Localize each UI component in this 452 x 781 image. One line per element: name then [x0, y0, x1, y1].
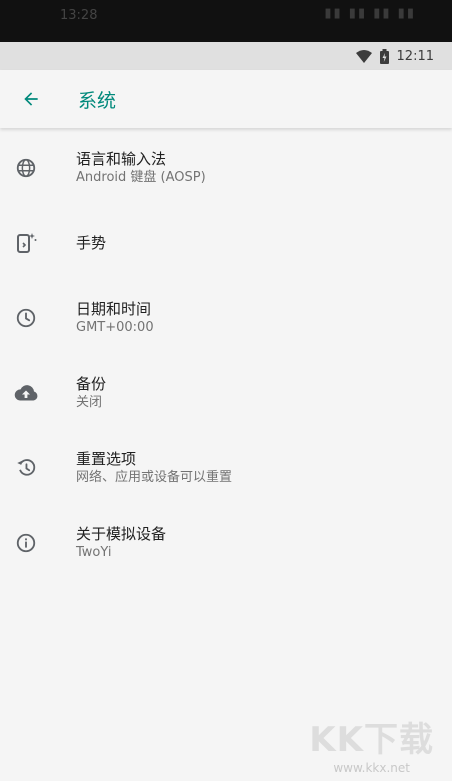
info-icon: [0, 532, 54, 554]
setting-reset-options[interactable]: 重置选项 网络、应用或设备可以重置: [0, 430, 452, 505]
setting-title: 手势: [76, 233, 107, 252]
status-bar: 12:11: [0, 42, 452, 70]
settings-list: 语言和输入法 Android 键盘 (AOSP) 手势 日期和时间 GMT+00: [0, 130, 452, 580]
restore-history-icon: [0, 457, 54, 479]
setting-summary: GMT+00:00: [76, 319, 154, 335]
setting-summary: Android 键盘 (AOSP): [76, 169, 206, 185]
setting-title: 重置选项: [76, 449, 137, 468]
cloud-upload-icon: [0, 382, 54, 404]
gestures-icon: [0, 231, 54, 255]
setting-title: 日期和时间: [76, 299, 152, 318]
setting-about-device[interactable]: 关于模拟设备 TwoYi: [0, 505, 452, 580]
back-button[interactable]: [0, 70, 62, 128]
host-time: 13:28: [60, 8, 98, 23]
setting-title: 备份: [76, 374, 107, 393]
setting-summary: 关闭: [76, 394, 103, 410]
language-globe-icon: [0, 157, 54, 179]
host-status-icons: ▮▮ ▮▮ ▮▮ ▮▮: [324, 6, 416, 21]
battery-icon: [379, 48, 389, 64]
setting-summary: 网络、应用或设备可以重置: [76, 469, 233, 485]
setting-gestures[interactable]: 手势: [0, 205, 452, 280]
page-title: 系统: [78, 89, 117, 112]
watermark-logo: KK下载: [309, 720, 434, 760]
status-time: 12:11: [396, 48, 434, 64]
watermark: KK下载 www.kkx.net: [309, 712, 434, 775]
arrow-back-icon: [24, 92, 38, 106]
setting-language-input[interactable]: 语言和输入法 Android 键盘 (AOSP): [0, 130, 452, 205]
setting-title: 关于模拟设备: [76, 524, 167, 543]
app-bar: 系统: [0, 70, 452, 128]
wifi-icon: [355, 49, 372, 63]
setting-title: 语言和输入法: [76, 149, 167, 168]
setting-date-time[interactable]: 日期和时间 GMT+00:00: [0, 280, 452, 355]
host-status-bar: 13:28 ▮▮ ▮▮ ▮▮ ▮▮: [0, 0, 452, 42]
setting-backup[interactable]: 备份 关闭: [0, 355, 452, 430]
watermark-url: www.kkx.net: [333, 761, 410, 775]
clock-icon: [0, 307, 54, 329]
setting-summary: TwoYi: [76, 544, 112, 560]
